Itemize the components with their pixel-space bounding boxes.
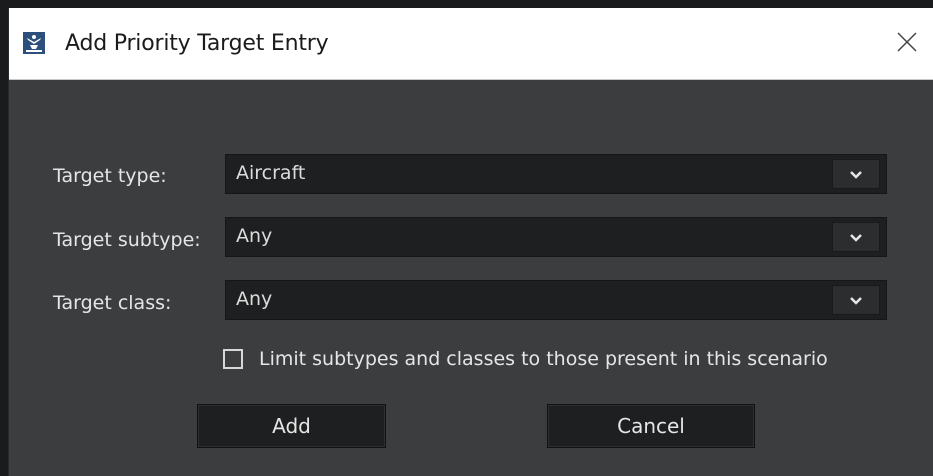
chevron-down-icon [849, 165, 863, 184]
close-button[interactable] [887, 24, 927, 64]
add-priority-target-dialog: Add Priority Target Entry Target type: A… [8, 8, 933, 476]
limit-scenario-checkbox[interactable] [223, 349, 243, 369]
title-bar[interactable]: Add Priority Target Entry [9, 8, 933, 80]
target-type-select[interactable]: Aircraft [225, 154, 887, 194]
app-emblem-icon [23, 32, 45, 54]
target-class-value: Any [236, 288, 273, 310]
target-type-dropdown-button[interactable] [832, 159, 880, 189]
target-class-select[interactable]: Any [225, 280, 887, 320]
target-type-label: Target type: [53, 165, 167, 187]
target-class-dropdown-button[interactable] [832, 285, 880, 315]
target-type-value: Aircraft [236, 162, 306, 184]
target-subtype-select[interactable]: Any [225, 217, 887, 257]
cancel-button[interactable]: Cancel [547, 404, 755, 448]
window-title: Add Priority Target Entry [65, 31, 329, 56]
target-subtype-label: Target subtype: [53, 229, 201, 251]
add-button[interactable]: Add [197, 404, 386, 448]
limit-scenario-checkbox-row[interactable]: Limit subtypes and classes to those pres… [223, 346, 828, 372]
chevron-down-icon [849, 228, 863, 247]
chevron-down-icon [849, 291, 863, 310]
target-subtype-dropdown-button[interactable] [832, 222, 880, 252]
limit-scenario-label: Limit subtypes and classes to those pres… [259, 348, 828, 370]
close-icon [896, 31, 918, 57]
target-subtype-value: Any [236, 225, 273, 247]
target-class-label: Target class: [53, 292, 172, 314]
